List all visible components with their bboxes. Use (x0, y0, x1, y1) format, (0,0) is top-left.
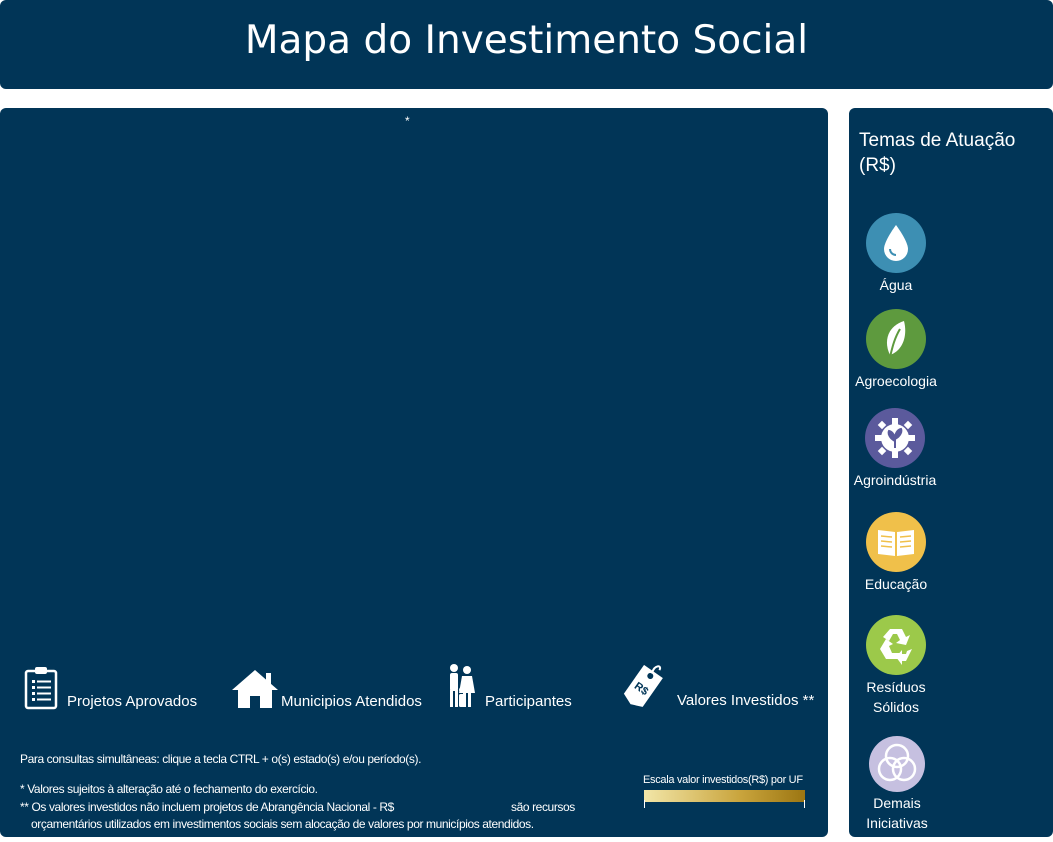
gear-plant-icon (865, 408, 925, 468)
note-orcamentarios: orçamentários utilizados em investimento… (31, 817, 534, 831)
theme-agroindustria[interactable]: Agroindústria (845, 408, 945, 490)
clipboard-icon (24, 667, 58, 710)
theme-label: Agroecologia (855, 373, 937, 389)
book-icon (866, 512, 926, 572)
note-valores-sujeitos: * Valores sujeitos à alteração até o fec… (20, 782, 318, 796)
water-drop-icon (866, 213, 926, 273)
themes-sidebar: Temas de Atuação (R$) Água Agroecologia (849, 108, 1053, 837)
stat-participantes: Participantes (485, 693, 572, 710)
family-icon (450, 664, 475, 707)
price-tag-icon: R$ (622, 663, 665, 709)
sidebar-title: Temas de Atuação (R$) (859, 130, 1016, 176)
theme-label: Água (879, 277, 913, 293)
map-panel[interactable]: * Projetos Aprovados Municipios Atendido… (0, 108, 828, 837)
theme-label-line2: Iniciativas (866, 815, 928, 831)
map-asterisk: * (405, 114, 410, 128)
theme-educacao[interactable]: Educação (846, 512, 946, 594)
recycle-icon (866, 615, 926, 675)
theme-label: Agroindústria (853, 472, 937, 488)
stat-projetos-aprovados: Projetos Aprovados (67, 693, 198, 710)
note-recursos: são recursos (511, 800, 575, 814)
theme-agua[interactable]: Água (846, 213, 946, 295)
theme-label: Educação (864, 576, 928, 592)
scale-gradient-bar (644, 790, 805, 808)
header-bar: Mapa do Investimento Social (0, 0, 1053, 89)
page-title: Mapa do Investimento Social (244, 18, 809, 63)
stat-municipios-atendidos: Municipios Atendidos (281, 693, 422, 710)
theme-label-line1: Demais (873, 795, 921, 811)
house-icon (232, 670, 278, 708)
scale-label: Escala valor investidos(R$) por UF (643, 774, 803, 786)
theme-label-line1: Resíduos (866, 679, 926, 695)
theme-residuos-solidos[interactable]: Resíduos Sólidos (846, 615, 946, 717)
theme-demais-iniciativas[interactable]: Demais Iniciativas (847, 736, 947, 833)
note-ctrl: Para consultas simultâneas: clique a tec… (20, 752, 422, 766)
stat-valores-investidos: Valores Investidos ** (677, 692, 815, 709)
leaf-icon (866, 309, 926, 369)
theme-agroecologia[interactable]: Agroecologia (846, 309, 946, 391)
circles-icon (869, 736, 925, 792)
theme-label-line2: Sólidos (873, 699, 919, 715)
note-abrangencia-nacional: ** Os valores investidos não incluem pro… (20, 800, 394, 814)
